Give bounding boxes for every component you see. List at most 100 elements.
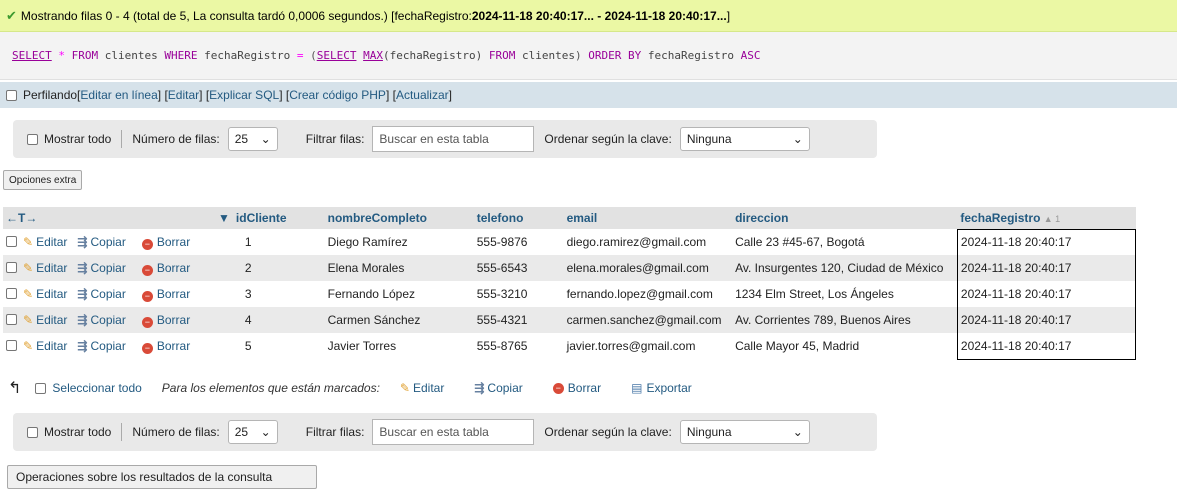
row-checkbox[interactable]: [6, 288, 17, 299]
row-delete: − Borrar: [138, 281, 233, 307]
row-delete-link[interactable]: Borrar: [157, 261, 190, 275]
profiling-sep: ]: [448, 88, 452, 102]
arrow-up-icon: ↰: [8, 380, 22, 397]
row-copy-link[interactable]: Copiar: [90, 339, 125, 353]
row-edit-link[interactable]: Editar: [36, 313, 67, 327]
sort-select[interactable]: Ninguna ⌄: [679, 127, 810, 151]
bulk-edit-link[interactable]: Editar: [413, 381, 444, 395]
select-all-link[interactable]: Seleccionar todo: [52, 381, 141, 395]
cell-email: fernando.lopez@gmail.com: [563, 281, 733, 307]
cell-telefono: 555-8765: [473, 333, 564, 359]
cell-nombrecompleto: Elena Morales: [324, 255, 474, 281]
row-delete: − Borrar: [138, 307, 233, 333]
bulk-copy-link[interactable]: Copiar: [487, 381, 522, 395]
select-all-checkbox[interactable]: [35, 382, 47, 394]
refresh-link[interactable]: Actualizar: [396, 88, 449, 102]
column-fecharegistro[interactable]: fechaRegistro ▲ 1: [957, 207, 1136, 229]
show-all-label[interactable]: Mostrar todo: [44, 425, 111, 439]
sql-from-sub: FROM: [488, 49, 516, 62]
bulk-actions: ↰ Seleccionar todo Para los elementos qu…: [8, 377, 722, 399]
sql-asc: ASC: [740, 49, 761, 62]
row-delete-link[interactable]: Borrar: [157, 235, 190, 249]
cell-fecharegistro: 2024-11-18 20:40:17: [956, 281, 1137, 307]
column-direccion[interactable]: direccion: [732, 207, 958, 229]
profiling-sep: ] [: [199, 88, 210, 102]
bulk-export-link[interactable]: Exportar: [646, 381, 691, 395]
row-checkbox[interactable]: [6, 236, 17, 247]
sql-col: fechaRegistro: [204, 49, 291, 62]
pencil-icon: ✎: [23, 313, 34, 327]
cell-direccion: Av. Corrientes 789, Buenos Aires: [732, 307, 958, 333]
show-all-checkbox[interactable]: [27, 426, 38, 438]
row-edit-link[interactable]: Editar: [36, 339, 67, 353]
row-edit-link[interactable]: Editar: [36, 287, 67, 301]
sql-select[interactable]: SELECT: [12, 49, 52, 62]
profiling-sep: ] [: [157, 88, 168, 102]
filter-input[interactable]: Buscar en esta tabla: [372, 419, 535, 445]
row-copy-link[interactable]: Copiar: [90, 287, 125, 301]
row-checkbox[interactable]: [6, 262, 17, 273]
row-delete-link[interactable]: Borrar: [157, 313, 190, 327]
results-table: ←T→ ▼ idCliente nombreCompleto telefono …: [3, 207, 1137, 360]
pencil-icon: ✎: [23, 235, 34, 249]
rows-value: 25: [234, 425, 249, 439]
sort-select[interactable]: Ninguna ⌄: [679, 420, 810, 444]
table-row: ✎ Editar ⇶ Copiar − Borrar 5 Javier Torres 555-8…: [3, 333, 1137, 360]
column-nombrecompleto[interactable]: nombreCompleto: [324, 207, 474, 229]
chevron-down-icon: ⌄: [792, 425, 803, 439]
row-edit-link[interactable]: Editar: [36, 261, 67, 275]
bulk-delete-link[interactable]: Borrar: [568, 381, 601, 395]
extra-options-button[interactable]: Opciones extra: [3, 170, 83, 190]
nav-bar-bottom: Mostrar todo Número de filas: 25 ⌄ Filtra…: [13, 413, 877, 451]
row-copy-link[interactable]: Copiar: [90, 235, 125, 249]
edit-inline-link[interactable]: Editar en línea: [80, 88, 157, 102]
sql-select-sub[interactable]: SELECT: [317, 49, 357, 62]
column-resize-icon[interactable]: ←T→: [3, 207, 139, 229]
row-edit-link[interactable]: Editar: [36, 235, 67, 249]
row-delete-link[interactable]: Borrar: [157, 339, 190, 353]
column-email[interactable]: email: [563, 207, 733, 229]
row-actions: ✎ Editar ⇶ Copiar: [3, 333, 139, 359]
explain-sql-link[interactable]: Explicar SQL: [209, 88, 279, 102]
cell-direccion: Calle Mayor 45, Madrid: [732, 333, 958, 359]
row-copy-link[interactable]: Copiar: [90, 261, 125, 275]
cell-nombrecompleto: Carmen Sánchez: [324, 307, 474, 333]
rows-select[interactable]: 25 ⌄: [227, 420, 278, 444]
create-php-link[interactable]: Crear código PHP: [289, 88, 386, 102]
sort-value: Ninguna: [686, 132, 732, 146]
row-delete: − Borrar: [138, 229, 233, 255]
filter-label: Filtrar filas:: [305, 425, 365, 439]
row-copy-link[interactable]: Copiar: [90, 313, 125, 327]
row-checkbox[interactable]: [6, 340, 17, 351]
cell-telefono: 555-9876: [473, 229, 564, 255]
row-checkbox[interactable]: [6, 314, 17, 325]
pencil-icon: ✎: [23, 339, 34, 353]
filter-input[interactable]: Buscar en esta tabla: [372, 126, 535, 152]
query-operations-button[interactable]: Operaciones sobre los resultados de la c…: [7, 465, 317, 489]
sql-query: SELECT * FROM clientes WHERE fechaRegist…: [0, 32, 1177, 80]
column-telefono[interactable]: telefono: [473, 207, 564, 229]
delete-icon: −: [552, 382, 564, 394]
show-all-checkbox[interactable]: [27, 133, 38, 145]
table-row: ✎ Editar ⇶ Copiar − Borrar 1 Diego Ramírez 555-9…: [3, 228, 1137, 255]
sort-label: Ordenar según la clave:: [544, 132, 672, 146]
profiling-checkbox[interactable]: [6, 89, 17, 101]
row-delete-link[interactable]: Borrar: [157, 287, 190, 301]
cell-fecharegistro: 2024-11-18 20:40:17: [956, 333, 1137, 360]
success-text: Mostrando filas 0 - 4 (total de 5, La co…: [20, 8, 472, 23]
delete-icon: −: [141, 238, 153, 250]
sql-where: WHERE: [164, 49, 198, 62]
column-menu-icon[interactable]: ▼: [138, 207, 233, 229]
sql-order-col: fechaRegistro: [647, 49, 734, 62]
cell-direccion: Av. Insurgentes 120, Ciudad de México: [732, 255, 958, 281]
cell-email: elena.morales@gmail.com: [563, 255, 733, 281]
sql-max[interactable]: MAX: [363, 49, 383, 62]
show-all-label[interactable]: Mostrar todo: [44, 132, 111, 146]
row-actions: ✎ Editar ⇶ Copiar: [3, 255, 139, 281]
edit-link[interactable]: Editar: [168, 88, 199, 102]
filter-label: Filtrar filas:: [305, 132, 365, 146]
rows-select[interactable]: 25 ⌄: [227, 127, 278, 151]
column-idcliente[interactable]: idCliente: [232, 207, 325, 229]
pencil-icon: ✎: [23, 287, 34, 301]
rows-label: Número de filas:: [132, 425, 220, 439]
